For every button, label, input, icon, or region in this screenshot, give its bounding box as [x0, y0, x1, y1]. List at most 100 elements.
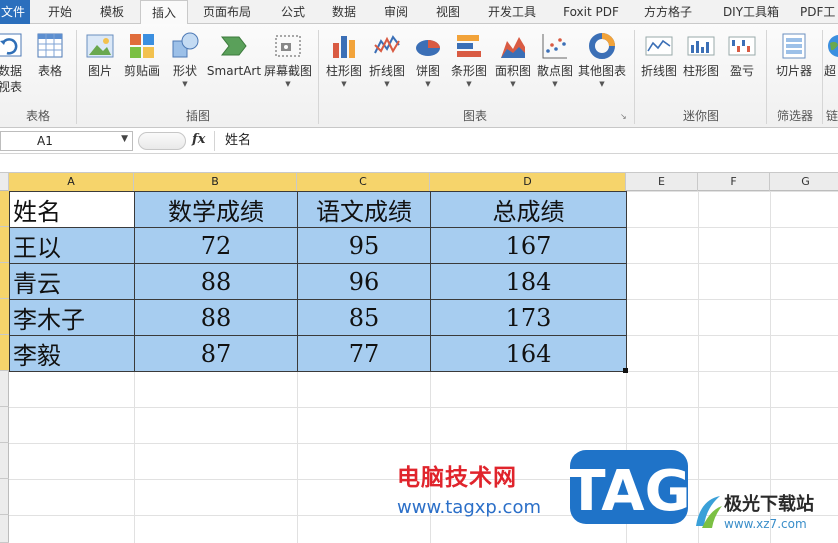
cell-b3[interactable]: 88	[134, 263, 298, 300]
cell-c2[interactable]: 95	[297, 227, 431, 264]
cell-d1[interactable]: 总成绩	[430, 191, 627, 228]
shapes-button[interactable]: 形状 ▼	[166, 28, 204, 106]
dialog-launcher-icon[interactable]: ↘	[620, 112, 627, 121]
row-header[interactable]	[0, 479, 9, 515]
tab-label: 开始	[47, 5, 72, 19]
insert-function-icon[interactable]: fx	[192, 132, 205, 147]
other-charts-button[interactable]: 其他图表 ▼	[576, 28, 628, 106]
row-header[interactable]	[0, 443, 9, 479]
column-header-e[interactable]: E	[626, 173, 698, 191]
cell-d3[interactable]: 184	[430, 263, 627, 300]
cell-c3[interactable]: 96	[297, 263, 431, 300]
cell-b4[interactable]: 88	[134, 299, 298, 336]
row-header[interactable]	[0, 299, 9, 335]
globe-icon	[828, 35, 838, 57]
tab-formulas[interactable]: 公式	[272, 0, 314, 24]
row-header[interactable]	[0, 371, 9, 407]
column-chart-icon	[333, 36, 355, 58]
chevron-down-icon[interactable]: ▼	[121, 134, 128, 144]
sparkline-line-button[interactable]: 折线图	[638, 28, 680, 106]
tab-diy-toolbox[interactable]: DIY工具箱	[712, 0, 790, 24]
row-headers	[0, 191, 9, 543]
cell-a1[interactable]: 姓名	[9, 191, 135, 228]
tab-label: PDF工	[800, 5, 836, 19]
pivot-table-label: 数据	[0, 64, 22, 78]
chevron-down-icon: ▼	[182, 80, 188, 88]
cell-b5[interactable]: 87	[134, 335, 298, 372]
column-header-f[interactable]: F	[698, 173, 770, 191]
tab-file[interactable]: 文件	[0, 0, 30, 24]
table-row: 青云 88 96 184	[9, 263, 627, 300]
cell-a3[interactable]: 青云	[9, 263, 135, 300]
cell-c5[interactable]: 77	[297, 335, 431, 372]
formula-toggle-handle[interactable]	[138, 132, 186, 150]
row-header[interactable]	[0, 515, 9, 543]
row-header[interactable]	[0, 227, 9, 263]
row-header[interactable]	[0, 407, 9, 443]
tab-review[interactable]: 审阅	[374, 0, 418, 24]
tab-label: 视图	[435, 5, 460, 19]
tab-home[interactable]: 开始	[38, 0, 82, 24]
tab-foxit-pdf[interactable]: Foxit PDF	[556, 0, 626, 24]
cell-c1[interactable]: 语文成绩	[297, 191, 431, 228]
tab-pdf-tools[interactable]: PDF工	[800, 0, 838, 24]
column-header-c[interactable]: C	[297, 173, 430, 191]
cell-a2[interactable]: 王以	[9, 227, 135, 264]
sparkline-line-icon	[645, 36, 673, 56]
select-all-corner[interactable]	[0, 173, 9, 191]
cell-d2[interactable]: 167	[430, 227, 627, 264]
column-chart-button[interactable]: 柱形图 ▼	[322, 28, 366, 106]
column-header-a[interactable]: A	[9, 173, 134, 191]
shapes-label: 形状	[172, 64, 197, 78]
line-chart-button[interactable]: 折线图 ▼	[366, 28, 408, 106]
tab-templates[interactable]: 模板	[90, 0, 134, 24]
tab-ffcell[interactable]: 方方格子	[636, 0, 700, 24]
tab-developer[interactable]: 开发工具	[480, 0, 544, 24]
cell-a4[interactable]: 李木子	[9, 299, 135, 336]
slicer-button[interactable]: 切片器	[770, 28, 818, 106]
column-header-b[interactable]: B	[134, 173, 297, 191]
tab-view[interactable]: 视图	[426, 0, 470, 24]
bar-chart-button[interactable]: 条形图 ▼	[448, 28, 490, 106]
column-header-g[interactable]: G	[770, 173, 838, 191]
slicer-icon	[782, 33, 806, 59]
tab-label: 文件	[0, 5, 25, 19]
ribbon-tab-strip: 文件 开始 模板 插入 页面布局 公式 数据 审阅 视图 开发工具 Foxit …	[0, 0, 838, 25]
name-box-value: A1	[37, 134, 53, 148]
tab-insert[interactable]: 插入	[140, 0, 188, 25]
row-header[interactable]	[0, 191, 9, 227]
tab-data[interactable]: 数据	[322, 0, 366, 24]
tab-page-layout[interactable]: 页面布局	[196, 0, 258, 24]
line-chart-label: 折线图	[368, 64, 405, 78]
slicer-label: 切片器	[775, 64, 812, 78]
formula-input[interactable]: 姓名	[214, 131, 834, 151]
table-button[interactable]: 表格	[32, 28, 68, 106]
cell-d4[interactable]: 173	[430, 299, 627, 336]
cell-c4[interactable]: 85	[297, 299, 431, 336]
cell-a5[interactable]: 李毅	[9, 335, 135, 372]
row-header[interactable]	[0, 335, 9, 371]
clipart-button[interactable]: 剪贴画	[120, 28, 164, 106]
fill-handle[interactable]	[623, 368, 628, 373]
screenshot-button[interactable]: 屏幕截图 ▼	[262, 28, 314, 106]
sparkline-winloss-button[interactable]: 盈亏	[722, 28, 762, 106]
picture-button[interactable]: 图片	[80, 28, 120, 106]
row-header[interactable]	[0, 263, 9, 299]
cell-b2[interactable]: 72	[134, 227, 298, 264]
name-box[interactable]: A1 ▼	[0, 131, 133, 151]
scatter-chart-button[interactable]: 散点图 ▼	[534, 28, 576, 106]
cell-d5[interactable]: 164	[430, 335, 627, 372]
cell-b1[interactable]: 数学成绩	[134, 191, 298, 228]
area-chart-button[interactable]: 面积图 ▼	[492, 28, 534, 106]
column-header-d[interactable]: D	[430, 173, 626, 191]
hyperlink-button[interactable]: 超	[824, 28, 838, 106]
column-letter: E	[658, 175, 665, 188]
sparkline-winloss-label: 盈亏	[729, 64, 754, 78]
smartart-button[interactable]: SmartArt	[206, 28, 262, 106]
sparkline-column-button[interactable]: 柱形图	[680, 28, 722, 106]
pivot-table-button[interactable]: 数据 视表	[0, 28, 28, 106]
screenshot-label: 屏幕截图	[263, 64, 312, 78]
clipart-label: 剪贴画	[123, 64, 160, 78]
chevron-down-icon: ▼	[599, 80, 605, 88]
pie-chart-button[interactable]: 饼图 ▼	[410, 28, 446, 106]
